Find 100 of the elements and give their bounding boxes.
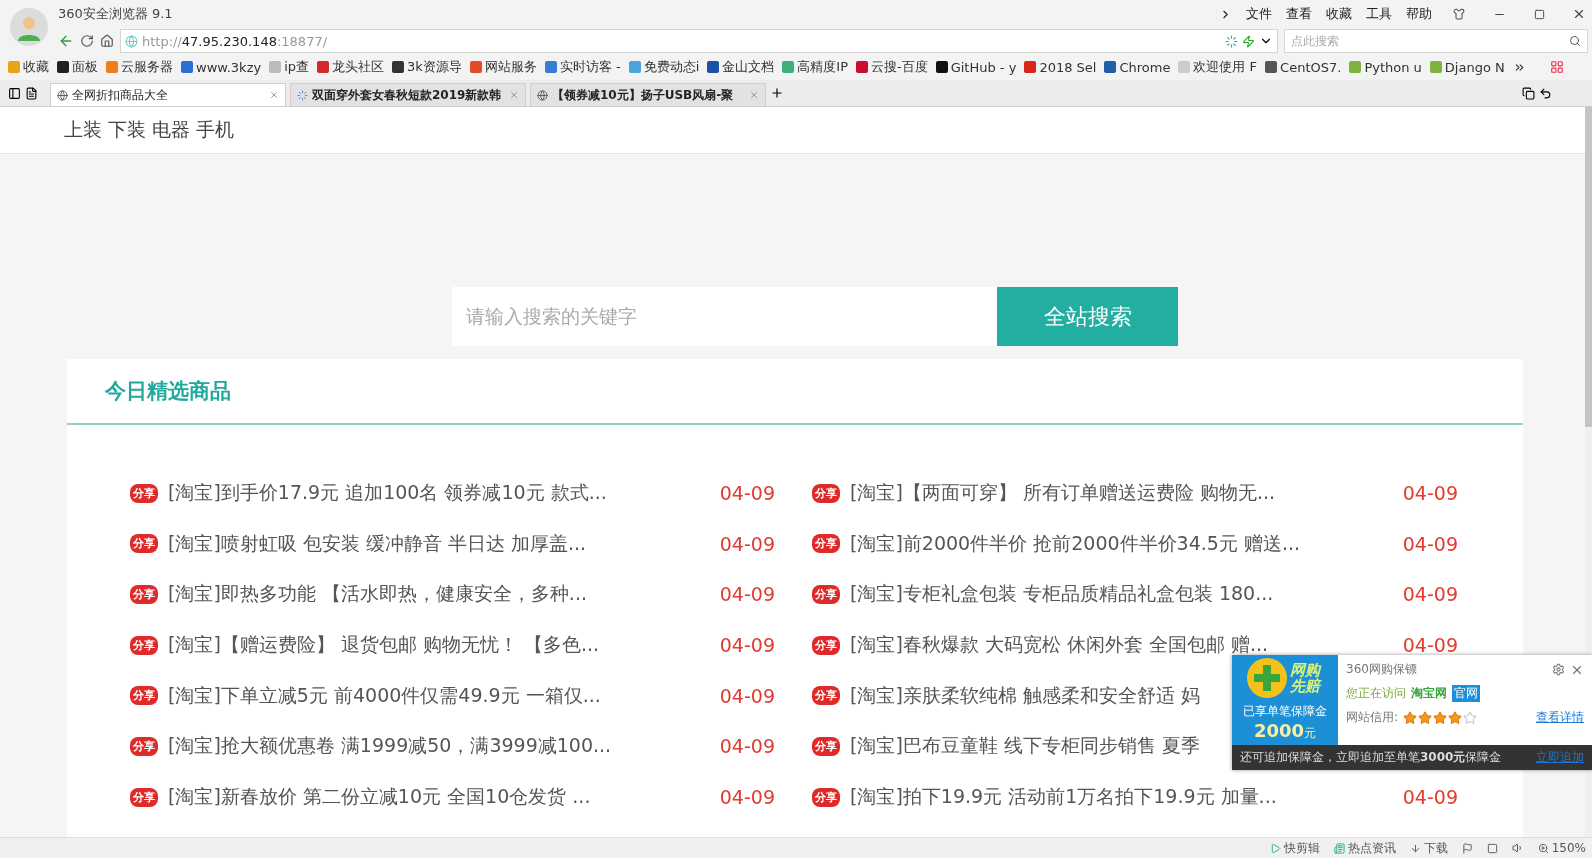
bookmark-item[interactable]: 网站服务 — [469, 58, 537, 76]
share-tag[interactable]: 分享 — [812, 736, 840, 756]
product-link[interactable]: [淘宝]下单立减5元 前4000件仅需49.9元 一箱仅... — [168, 682, 601, 709]
browser-tab[interactable]: 全网折扣商品大全 — [50, 83, 286, 106]
bookmark-item[interactable]: 云服务器 — [106, 58, 173, 76]
back-icon[interactable] — [58, 33, 74, 49]
product-link[interactable]: [淘宝]【两面可穿】 所有订单赠送运费险 购物无... — [850, 480, 1276, 506]
share-tag[interactable]: 分享 — [812, 787, 840, 807]
status-item[interactable]: 快剪辑 — [1283, 839, 1320, 857]
share-tag[interactable]: 分享 — [812, 534, 840, 554]
bookmark-item[interactable]: 收藏 — [8, 58, 49, 76]
bookmark-item[interactable]: www.3kzy — [181, 59, 262, 75]
share-tag[interactable]: 分享 — [130, 787, 158, 807]
nav-link[interactable]: 手机 — [196, 117, 234, 143]
section-title: 今日精选商品 — [105, 378, 231, 405]
menu-item[interactable]: 查看 — [1286, 5, 1312, 23]
new-tab-icon[interactable] — [770, 86, 784, 100]
status-item[interactable]: 下载 — [1423, 839, 1448, 857]
url-text[interactable]: http://47.95.230.148:18877/ — [142, 33, 328, 49]
product-link[interactable]: [淘宝]春秋爆款 大码宽松 休闲外套 全国包邮 赠... — [850, 632, 1269, 659]
bookmark-item[interactable]: 2018 Sel — [1024, 59, 1097, 75]
item-date: 04-09 — [1402, 786, 1458, 809]
item-date: 04-09 — [1402, 482, 1458, 504]
item-date: 04-09 — [1402, 532, 1458, 555]
bookmark-item[interactable]: Python u — [1349, 59, 1422, 75]
volume-icon[interactable] — [1511, 842, 1524, 854]
visiting-label: 您正在访问 — [1346, 685, 1406, 702]
bookmark-item[interactable]: 免费动态i — [628, 58, 700, 76]
share-tag[interactable]: 分享 — [812, 635, 840, 655]
product-link[interactable]: [淘宝]即热多功能 【活水即热，健康安全，多种... — [168, 581, 587, 608]
share-tag[interactable]: 分享 — [130, 686, 158, 706]
bookmark-item[interactable]: 龙头社区 — [317, 58, 385, 76]
loader-icon[interactable] — [1225, 34, 1238, 48]
product-link[interactable]: [淘宝]喷射虹吸 包安装 缓冲静音 半日达 加厚盖... — [168, 530, 587, 557]
reload-icon[interactable] — [80, 34, 94, 48]
share-tag[interactable]: 分享 — [130, 736, 158, 756]
bookmark-item[interactable]: CentOS7. — [1265, 59, 1342, 75]
product-link[interactable]: [淘宝]拍下19.9元 活动前1万名拍下19.9元 加量... — [850, 784, 1277, 811]
browser-tab[interactable]: 【领券减10元】扬子USB风扇-聚 — [530, 83, 766, 106]
bookmark-item[interactable]: GitHub - y — [935, 59, 1017, 75]
product-link[interactable]: [淘宝]新春放价 第二份立减10元 全国10仓发货 ... — [168, 784, 591, 811]
product-link[interactable]: [淘宝]亲肤柔软纯棉 触感柔和安全舒适 妈 — [850, 682, 1200, 709]
product-link[interactable]: [淘宝]前2000件半价 抢前2000件半价34.5元 赠送... — [850, 530, 1301, 557]
menu-item[interactable]: 工具 — [1366, 5, 1392, 23]
popup-title: 360网购保镖 — [1346, 661, 1417, 678]
item-date: 04-09 — [719, 684, 775, 707]
apps-icon[interactable] — [1550, 60, 1564, 74]
sidebar-icon[interactable] — [8, 86, 21, 100]
globe-icon — [125, 34, 138, 48]
search-icon[interactable] — [1569, 35, 1581, 47]
maximize-icon[interactable] — [1533, 8, 1545, 20]
bookmark-item[interactable]: 高精度IP — [782, 58, 848, 76]
undo-icon[interactable] — [1539, 86, 1552, 100]
flag-icon[interactable] — [1461, 842, 1473, 854]
bookmark-item[interactable]: 3k资源导 — [392, 58, 462, 76]
bookmark-item[interactable]: Chrome — [1104, 59, 1171, 75]
bookmark-item[interactable]: 面板 — [57, 58, 98, 76]
download-icon[interactable] — [1409, 842, 1421, 854]
restore-icon[interactable] — [1522, 86, 1535, 100]
nav-link[interactable]: 上装 — [64, 117, 102, 143]
bookmark-item[interactable]: 金山文档 — [707, 58, 775, 76]
menu-item[interactable]: 文件 — [1246, 5, 1272, 23]
share-tag[interactable]: 分享 — [812, 686, 840, 706]
menu-item[interactable]: 收藏 — [1326, 5, 1352, 23]
logo-drawing: 网购 先赔 — [1246, 657, 1324, 699]
share-tag[interactable]: 分享 — [812, 584, 840, 604]
item-date: 04-09 — [719, 583, 775, 606]
status-item[interactable]: 热点资讯 — [1347, 839, 1396, 857]
home-icon[interactable] — [100, 34, 114, 48]
browser-tab[interactable]: 双面穿外套女春秋短款2019新款韩 — [290, 83, 526, 106]
details-link[interactable]: 查看详情 — [1536, 709, 1584, 726]
zoom-level[interactable]: 150% — [1551, 841, 1586, 855]
bookmark-item[interactable]: 欢迎使用 F — [1178, 58, 1258, 76]
product-link[interactable]: [淘宝]专柜礼盒包装 专柜品质精品礼盒包装 180... — [850, 581, 1274, 608]
address-field[interactable]: http://47.95.230.148:18877/ — [120, 29, 1278, 53]
bookmark-item[interactable]: ip查 — [269, 58, 310, 76]
product-link[interactable]: [淘宝]【赠运费险】 退货包邮 购物无忧！ 【多色... — [168, 632, 600, 659]
guarantee-amount: 2000元 — [1253, 720, 1317, 742]
nav-link[interactable]: 下装 — [108, 117, 146, 143]
share-tag[interactable]: 分享 — [130, 483, 158, 503]
search-placeholder: 点此搜索 — [1291, 32, 1340, 50]
share-tag[interactable]: 分享 — [812, 483, 840, 503]
product-link[interactable]: [淘宝]到手价17.9元 追加100名 领券减10元 款式... — [168, 480, 607, 506]
zoom-icon[interactable] — [1537, 842, 1549, 854]
item-date: 04-09 — [1402, 583, 1458, 606]
product-link[interactable]: [淘宝]巴布豆童鞋 线下专柜同步销售 夏季 — [850, 733, 1200, 760]
nav-link[interactable]: 电器 — [152, 117, 190, 143]
page-icon[interactable] — [25, 86, 38, 100]
bookmark-item[interactable]: Django N — [1429, 59, 1505, 75]
shirt-icon[interactable] — [1453, 8, 1465, 20]
menu-item[interactable]: 帮助 — [1406, 5, 1432, 23]
share-tag[interactable]: 分享 — [130, 534, 158, 554]
product-link[interactable]: [淘宝]抢大额优惠卷 满1999减50，满3999减100... — [168, 733, 612, 760]
bookmark-item[interactable]: 实时访客 - — [544, 58, 621, 76]
bookmark-item[interactable]: 云搜-百度 — [856, 58, 928, 76]
share-tag[interactable]: 分享 — [130, 635, 158, 655]
close-icon[interactable] — [1572, 7, 1586, 21]
share-tag[interactable]: 分享 — [130, 584, 158, 604]
window-icon[interactable] — [1486, 842, 1498, 854]
settings-icon[interactable] — [1552, 663, 1565, 676]
